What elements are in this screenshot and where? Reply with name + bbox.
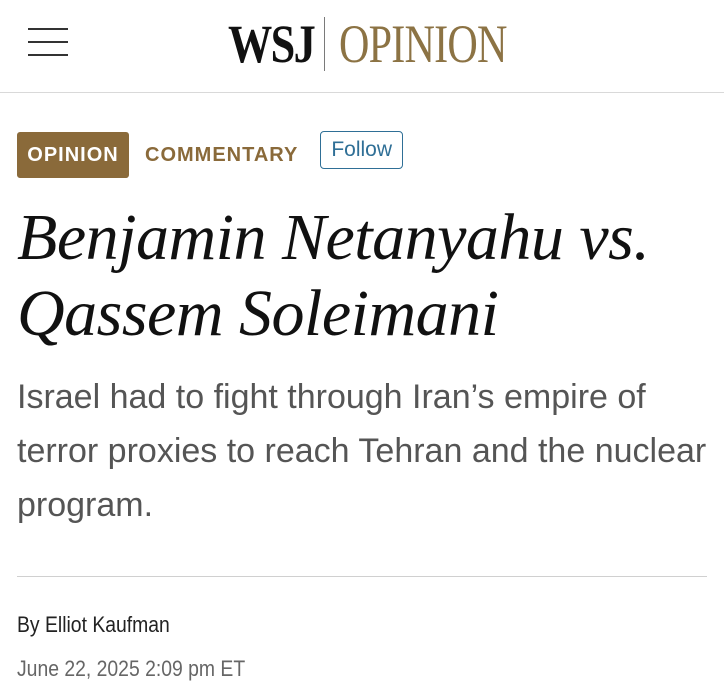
opinion-section-logo: OPINION bbox=[339, 14, 507, 74]
menu-bar bbox=[28, 28, 68, 30]
divider bbox=[17, 576, 707, 577]
hamburger-menu-icon[interactable] bbox=[28, 24, 70, 60]
headline-line-2: Qassem Soleimani bbox=[17, 277, 499, 350]
opinion-badge[interactable]: OPINION bbox=[17, 132, 129, 178]
masthead-divider bbox=[324, 17, 325, 71]
article-headline: Benjamin Netanyahu vs. Qassem Soleimani bbox=[17, 200, 717, 352]
article-dek: Israel had to fight through Iran’s empir… bbox=[17, 378, 707, 524]
commentary-label[interactable]: COMMENTARY bbox=[145, 144, 298, 167]
top-header: WSJ OPINION bbox=[0, 0, 724, 93]
wsj-logo: WSJ bbox=[228, 14, 316, 74]
menu-bar bbox=[28, 54, 68, 56]
headline-line-1: Benjamin Netanyahu vs. bbox=[17, 201, 650, 274]
author-link[interactable]: Elliot Kaufman bbox=[45, 612, 170, 637]
byline-prefix: By bbox=[17, 612, 45, 637]
masthead-logo[interactable]: WSJ OPINION bbox=[228, 14, 554, 74]
section-tag-row: OPINION COMMENTARY Follow bbox=[17, 131, 404, 178]
menu-bar bbox=[28, 41, 68, 43]
publish-timestamp: June 22, 2025 2:09 pm ET bbox=[17, 656, 246, 681]
byline: By Elliot Kaufman bbox=[17, 612, 170, 638]
follow-button[interactable]: Follow bbox=[320, 131, 404, 169]
